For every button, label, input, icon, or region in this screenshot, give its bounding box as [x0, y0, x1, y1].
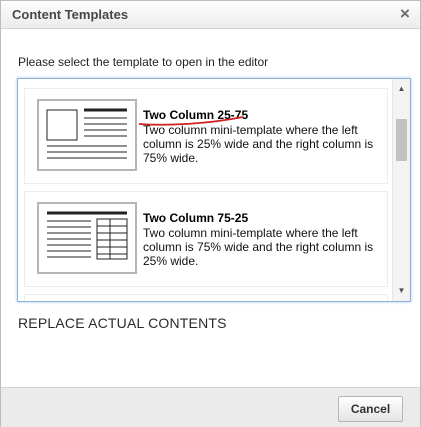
scroll-up-arrow-icon[interactable]: ▲ [393, 81, 410, 97]
two-column-25-75-layout-icon [37, 99, 137, 171]
template-list[interactable]: Two Column 25-75 Two column mini-templat… [17, 78, 411, 302]
template-description: Two column mini-template where the left … [143, 226, 374, 268]
close-icon[interactable]: × [396, 4, 414, 24]
thumbnail-graphic [47, 211, 128, 260]
template-list-items: Two Column 25-75 Two column mini-templat… [18, 79, 393, 301]
dialog-footer: Cancel [1, 387, 420, 427]
dialog-titlebar: Content Templates × [1, 1, 420, 29]
template-description: Two column mini-template where the left … [143, 123, 374, 165]
dialog-title: Content Templates [12, 7, 129, 22]
template-title: Two Column 75-25 [143, 211, 249, 225]
two-column-75-25-layout-icon [37, 202, 137, 274]
scrollbar-thumb[interactable] [396, 119, 407, 161]
thumbnail-graphic [46, 108, 127, 159]
scroll-down-arrow-icon[interactable]: ▼ [393, 283, 410, 299]
content-templates-dialog: Content Templates × Please select the te… [0, 0, 421, 427]
template-item-partial[interactable] [24, 294, 388, 301]
replace-actual-contents-option[interactable]: REPLACE ACTUAL CONTENTS [18, 315, 227, 331]
template-item-two-column-75-25[interactable]: Two Column 75-25 Two column mini-templat… [24, 191, 388, 287]
list-scrollbar[interactable]: ▲ ▼ [392, 79, 410, 301]
cancel-button[interactable]: Cancel [338, 396, 403, 422]
instruction-text: Please select the template to open in th… [18, 55, 269, 69]
template-item-two-column-25-75[interactable]: Two Column 25-75 Two column mini-templat… [24, 88, 388, 184]
